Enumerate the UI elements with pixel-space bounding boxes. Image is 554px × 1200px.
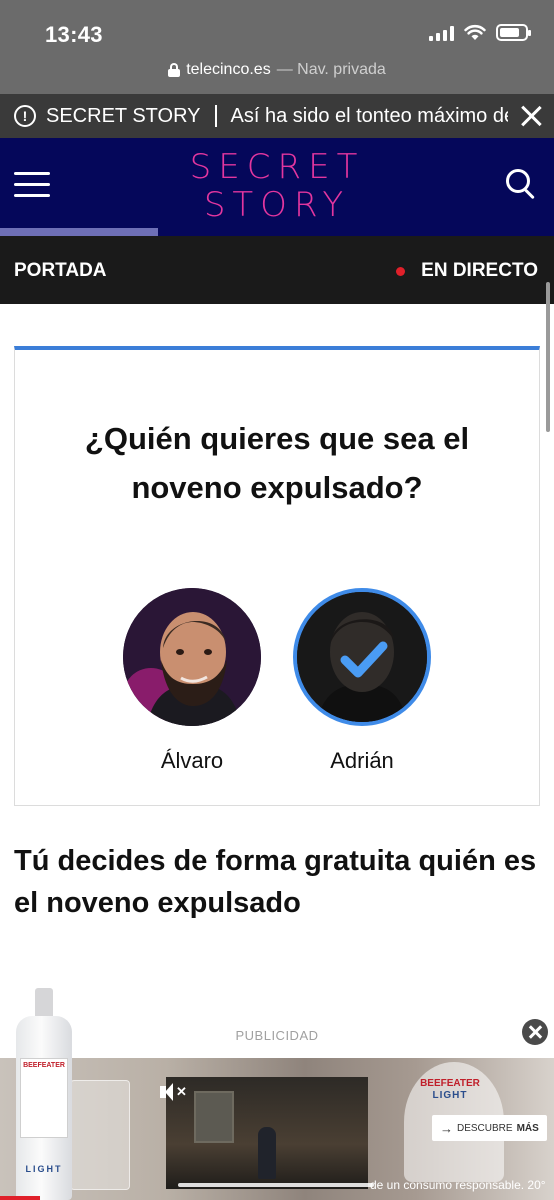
status-icons (429, 24, 531, 41)
candidate-option-adrian[interactable]: Adrián (293, 588, 431, 774)
candidate-avatar-alvaro[interactable] (123, 588, 261, 726)
ticker-text[interactable]: SECRET STORY Así ha sido el tonteo máximo… (46, 105, 508, 128)
ad-close-icon[interactable] (522, 1019, 548, 1045)
ad-video-progress[interactable] (178, 1183, 374, 1187)
ad-disclaimer: de un consumo responsable. 20° (370, 1178, 546, 1192)
search-icon[interactable] (506, 169, 538, 203)
ad-video-player[interactable] (166, 1077, 368, 1189)
logo-line-1: SECRET (189, 147, 365, 187)
ad-label: PUBLICIDAD (235, 1028, 319, 1043)
secret-story-logo[interactable]: SECRET STORY (0, 148, 554, 224)
ad-cta-label-bold: MÁS (516, 1122, 539, 1134)
ticker-divider (214, 105, 217, 128)
poll-question: ¿Quién quieres que sea el noveno expulsa… (84, 421, 470, 505)
candidate-avatar-adrian[interactable] (293, 588, 431, 726)
url-domain: telecinco.es (186, 61, 271, 78)
lock-icon (168, 63, 181, 77)
arrow-right-icon: → (440, 1120, 453, 1136)
logo-line-2: STORY (203, 185, 351, 225)
poll-card: ¿Quién quieres que sea el noveno expulsa… (14, 346, 540, 806)
ad-glass-variant: LIGHT (432, 1090, 468, 1101)
cellular-signal-icon (429, 25, 454, 41)
alert-icon: ! (14, 105, 36, 127)
ad-bottle-brand: BEEFEATER (23, 1062, 65, 1069)
ad-bottle-variant: LIGHT (25, 1164, 63, 1174)
status-bar: 13:43 (0, 0, 554, 58)
reading-progress-fill (0, 228, 158, 236)
checkmark-icon (340, 641, 388, 678)
article-headline[interactable]: Tú decides de forma gratuita quién es el… (14, 840, 540, 924)
ad-glass-brand: BEEFEATER (420, 1078, 480, 1089)
site-header: SECRET STORY (0, 138, 554, 236)
page-scrollbar[interactable] (546, 282, 550, 432)
ad-cta-label: DESCUBRE (457, 1122, 513, 1134)
nav-portada-link[interactable]: PORTADA (14, 260, 107, 282)
close-icon[interactable] (518, 103, 544, 129)
live-dot-icon (396, 266, 406, 276)
ad-glass-image (70, 1080, 130, 1190)
wifi-icon (464, 24, 486, 40)
ad-glass-logo: BEEFEATER LIGHT (420, 1078, 480, 1102)
ad-cta-button[interactable]: → DESCUBRE MÁS (432, 1115, 547, 1141)
private-mode-label: — Nav. privada (276, 61, 386, 78)
nav-live-label: EN DIRECTO (421, 260, 538, 281)
candidate-name-alvaro: Álvaro (160, 748, 224, 773)
candidate-name-adrian: Adrián (330, 748, 394, 773)
section-nav: PORTADA EN DIRECTO (0, 236, 554, 304)
url-bar[interactable]: telecinco.es — Nav. privada (0, 58, 554, 94)
bottom-accent-strip (0, 1196, 40, 1200)
breaking-news-ticker[interactable]: ! SECRET STORY Así ha sido el tonteo máxi… (0, 94, 554, 138)
ad-bottle-image: BEEFEATER LIGHT (16, 988, 72, 1200)
battery-level (500, 28, 519, 37)
nav-live-link[interactable]: EN DIRECTO (396, 260, 538, 282)
ticker-category: SECRET STORY (46, 104, 201, 127)
alvaro-portrait (123, 588, 261, 726)
mute-icon[interactable]: ✕ (160, 1083, 188, 1102)
candidate-option-alvaro[interactable]: Álvaro (123, 588, 261, 774)
battery-icon (496, 24, 531, 41)
status-time: 13:43 (45, 22, 103, 47)
reading-progress-bar (0, 228, 554, 236)
ticker-headline: Así ha sido el tonteo máximo de S (230, 104, 509, 127)
